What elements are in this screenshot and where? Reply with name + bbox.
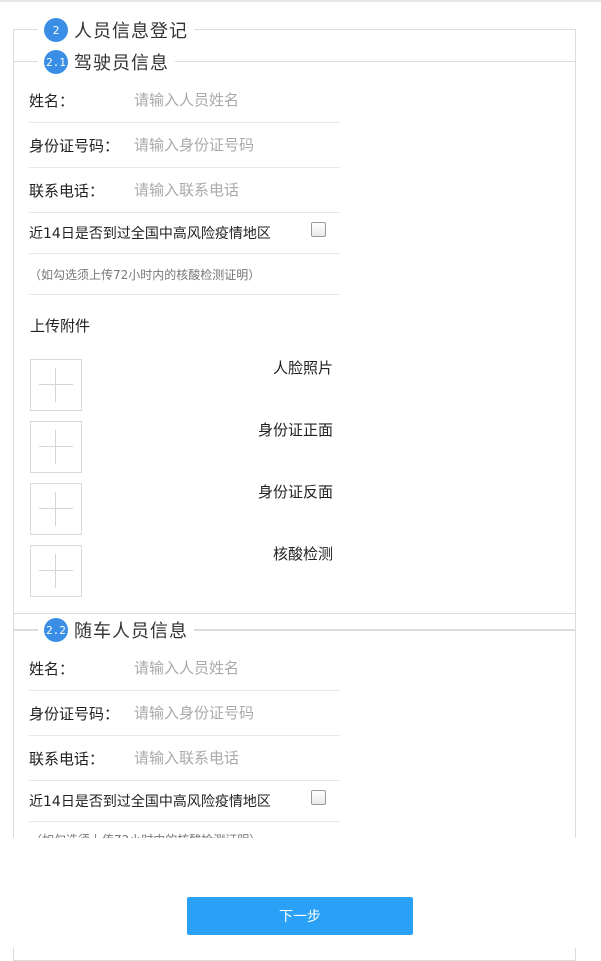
- upload-id-back-button[interactable]: [30, 483, 82, 535]
- section-legend: 2 人员信息登记: [38, 17, 194, 43]
- upload-nucleic-test-button[interactable]: [30, 545, 82, 597]
- driver-step-badge: 2.1: [44, 50, 68, 74]
- upload-id-front-label: 身份证正面: [257, 421, 333, 439]
- upload-face-photo-button[interactable]: [30, 359, 82, 411]
- next-step-button[interactable]: 下一步: [187, 897, 413, 935]
- passenger-risk-question: 近14日是否到过全国中高风险疫情地区: [29, 794, 271, 810]
- driver-risk-row: 近14日是否到过全国中高风险疫情地区: [29, 213, 340, 254]
- passenger-name-input[interactable]: [134, 659, 334, 677]
- passenger-phone-row: 联系电话：: [29, 736, 340, 781]
- driver-name-row: 姓名：: [29, 78, 340, 123]
- passenger-risk-checkbox[interactable]: [311, 790, 326, 805]
- driver-id-row: 身份证号码：: [29, 123, 340, 168]
- driver-name-label: 姓名：: [29, 91, 75, 110]
- driver-risk-checkbox[interactable]: [311, 222, 326, 237]
- passenger-name-label: 姓名：: [29, 659, 75, 678]
- driver-name-input[interactable]: [134, 91, 334, 109]
- driver-id-input[interactable]: [134, 136, 334, 154]
- passenger-id-row: 身份证号码：: [29, 691, 340, 736]
- upload-attachments-title: 上传附件: [30, 317, 91, 335]
- driver-risk-note: （如勾选须上传72小时内的核酸检测证明）: [29, 267, 261, 282]
- upload-face-photo-label: 人脸照片: [272, 359, 333, 377]
- upload-nucleic-test-label: 核酸检测: [272, 545, 333, 563]
- passenger-section-title: 随车人员信息: [74, 621, 188, 642]
- driver-phone-input[interactable]: [134, 181, 334, 199]
- upload-id-back-label: 身份证反面: [257, 483, 333, 501]
- passenger-phone-label: 联系电话：: [29, 749, 105, 768]
- passenger-step-badge: 2.2: [44, 618, 68, 642]
- step-badge: 2: [44, 18, 68, 42]
- driver-note-row: （如勾选须上传72小时内的核酸检测证明）: [29, 254, 340, 295]
- driver-phone-label: 联系电话：: [29, 181, 105, 200]
- driver-legend: 2.1 驾驶员信息: [38, 49, 175, 75]
- driver-section-title: 驾驶员信息: [74, 53, 169, 74]
- passenger-id-input[interactable]: [134, 704, 334, 722]
- driver-id-label: 身份证号码：: [29, 136, 120, 155]
- passenger-id-label: 身份证号码：: [29, 704, 120, 723]
- top-divider: [0, 0, 601, 2]
- passenger-legend: 2.2 随车人员信息: [38, 617, 194, 643]
- passenger-name-row: 姓名：: [29, 646, 340, 691]
- upload-id-front-button[interactable]: [30, 421, 82, 473]
- section-title: 人员信息登记: [74, 21, 188, 42]
- passenger-phone-input[interactable]: [134, 749, 334, 767]
- driver-risk-question: 近14日是否到过全国中高风险疫情地区: [29, 226, 271, 242]
- passenger-risk-row: 近14日是否到过全国中高风险疫情地区: [29, 781, 340, 822]
- driver-phone-row: 联系电话：: [29, 168, 340, 213]
